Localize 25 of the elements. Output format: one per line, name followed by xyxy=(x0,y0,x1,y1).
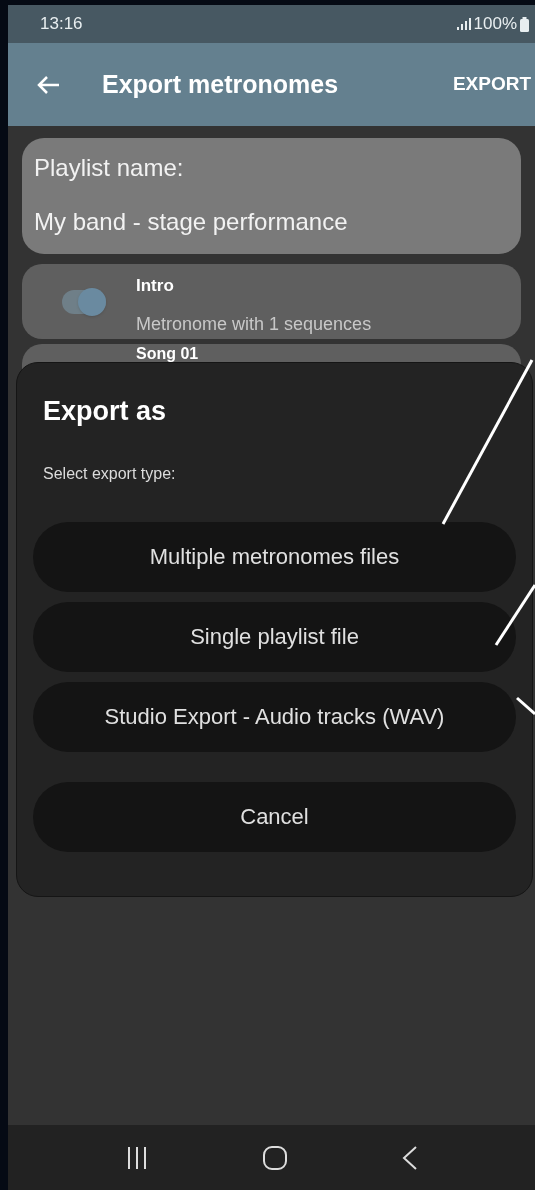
dialog-title: Export as xyxy=(43,395,168,428)
battery-level: 100% xyxy=(473,13,517,36)
export-option-button[interactable]: Multiple metronomes files xyxy=(33,521,516,592)
toggle-switch[interactable] xyxy=(62,289,106,314)
dialog-message: Select export type: xyxy=(43,463,177,484)
export-option-button[interactable]: Studio Export - Audio tracks (WAV) xyxy=(33,681,516,752)
metronome-name: Intro xyxy=(136,275,175,297)
metronome-name: Song 01 xyxy=(136,346,199,362)
export-option-button[interactable]: Single playlist file xyxy=(33,601,516,672)
metronome-item[interactable]: Intro Metronome with 1 sequences xyxy=(22,264,521,339)
signal-icon xyxy=(456,18,471,30)
export-button[interactable]: EXPORT xyxy=(452,70,535,99)
leader-line xyxy=(494,584,535,646)
back-arrow-icon[interactable] xyxy=(36,74,60,95)
leader-line xyxy=(516,696,535,716)
back-icon[interactable] xyxy=(401,1145,418,1170)
home-icon[interactable] xyxy=(263,1145,288,1170)
playlist-name-card[interactable]: Playlist name: My band - stage performance xyxy=(22,138,521,254)
metronome-subtitle: Metronome with 1 sequences xyxy=(136,312,372,336)
playlist-name-value: My band - stage performance xyxy=(34,207,349,237)
playlist-name-label: Playlist name: xyxy=(34,153,185,183)
cancel-button[interactable]: Cancel xyxy=(33,781,516,852)
battery-icon xyxy=(520,16,529,32)
screen-title: Export metronomes xyxy=(102,68,339,100)
status-time: 13:16 xyxy=(40,13,83,36)
